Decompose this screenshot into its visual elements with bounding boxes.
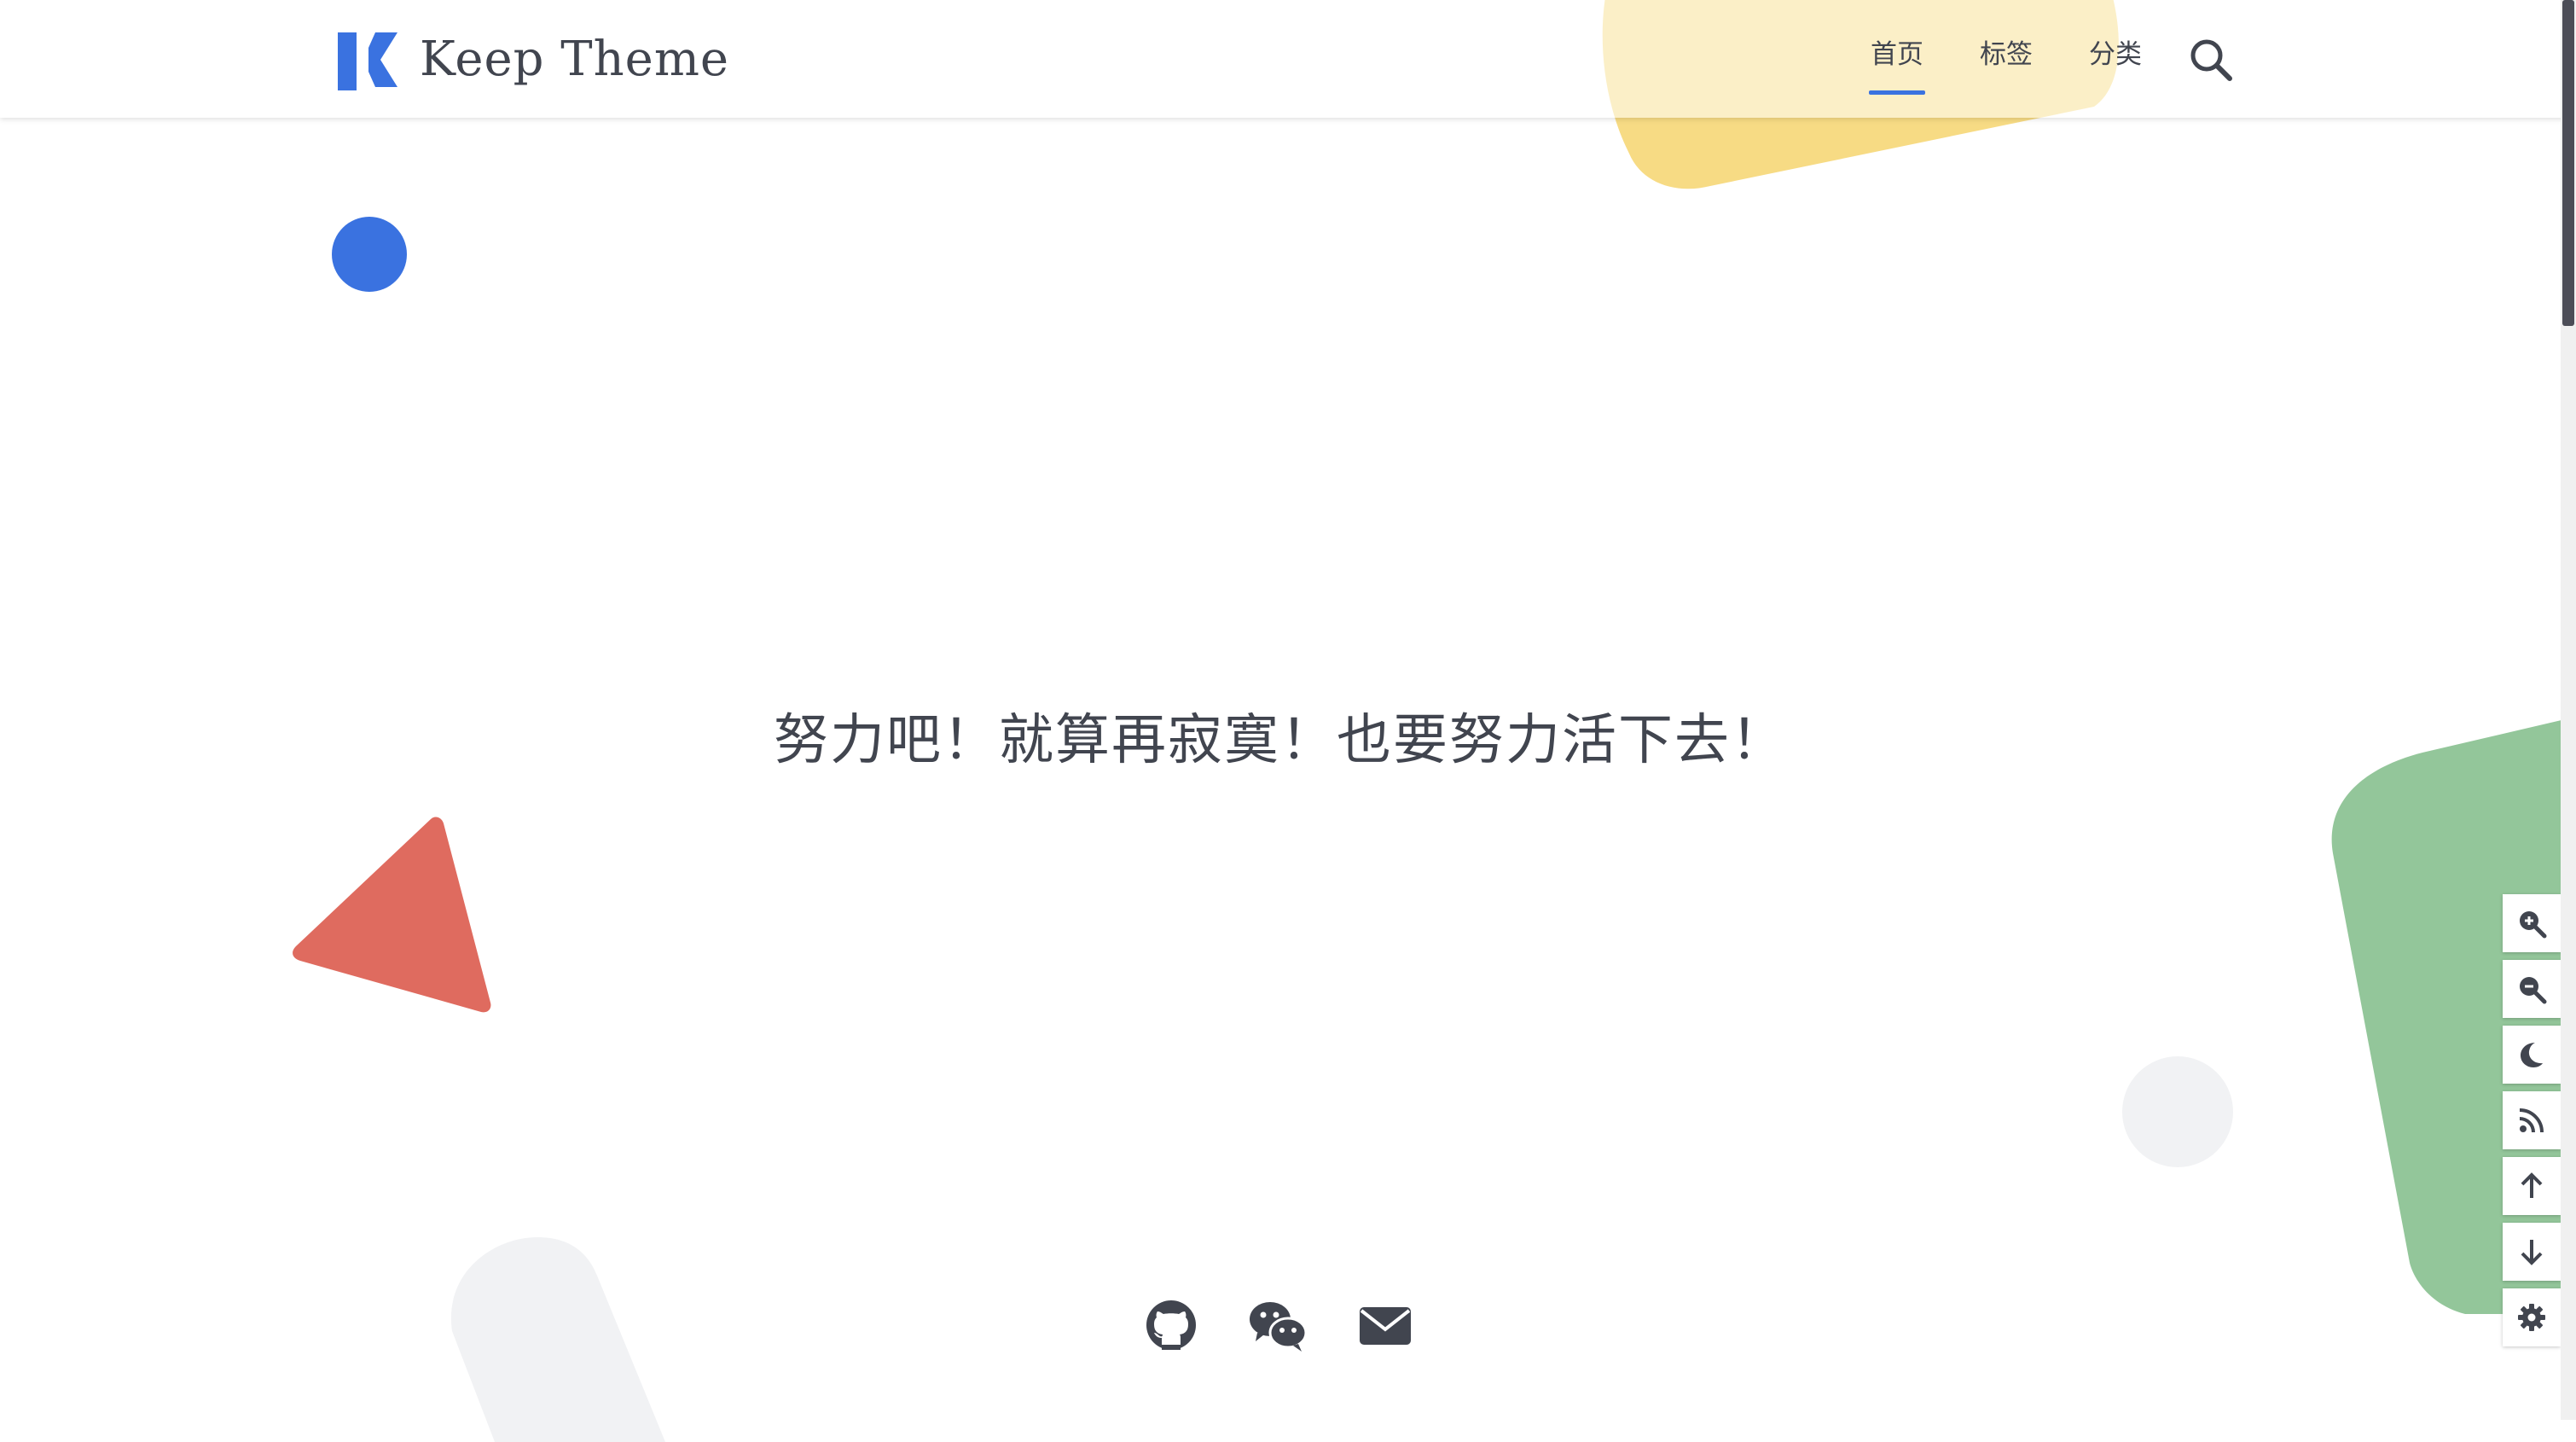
email-icon[interactable] xyxy=(1358,1295,1413,1355)
zoom-out-icon xyxy=(2520,977,2547,1004)
dark-mode-button[interactable] xyxy=(2503,1026,2561,1084)
decorative-red-triangle xyxy=(293,817,491,1013)
arrow-down-icon xyxy=(2521,1240,2543,1265)
wechat-icon[interactable] xyxy=(1249,1295,1307,1355)
gear-icon xyxy=(2518,1304,2545,1331)
rss-icon xyxy=(2519,1108,2544,1133)
search-icon[interactable] xyxy=(2189,38,2233,82)
nav-active-indicator xyxy=(1869,90,1925,95)
site-header: Keep Theme 首页 标签 分类 xyxy=(0,0,2576,118)
nav-categories[interactable]: 分类 xyxy=(2089,38,2142,72)
motto-text: 努力吧！就算再寂寞！也要努力活下去！ xyxy=(774,709,1787,772)
zoom-in-icon xyxy=(2520,911,2547,939)
decorative-grey-dot xyxy=(2122,1056,2233,1167)
site-title[interactable]: Keep Theme xyxy=(420,29,729,90)
nav-tags[interactable]: 标签 xyxy=(1980,38,2033,72)
scroll-bottom-button[interactable] xyxy=(2503,1223,2561,1281)
k-logo-icon xyxy=(338,32,397,90)
rss-button[interactable] xyxy=(2503,1091,2561,1149)
side-tools xyxy=(2503,894,2561,1354)
scroll-top-button[interactable] xyxy=(2503,1157,2561,1215)
settings-button[interactable] xyxy=(2503,1288,2561,1346)
decorative-grey-pill xyxy=(450,1237,665,1442)
moon-icon xyxy=(2521,1043,2543,1067)
arrow-up-icon xyxy=(2521,1172,2543,1198)
decorative-blue-dot xyxy=(332,217,407,292)
github-icon[interactable] xyxy=(1145,1295,1198,1355)
zoom-out-button[interactable] xyxy=(2503,960,2561,1018)
nav-home[interactable]: 首页 xyxy=(1871,38,1923,72)
site-logo[interactable]: Keep Theme xyxy=(338,29,729,90)
zoom-in-button[interactable] xyxy=(2503,894,2561,952)
scrollbar-thumb[interactable] xyxy=(2562,0,2574,326)
